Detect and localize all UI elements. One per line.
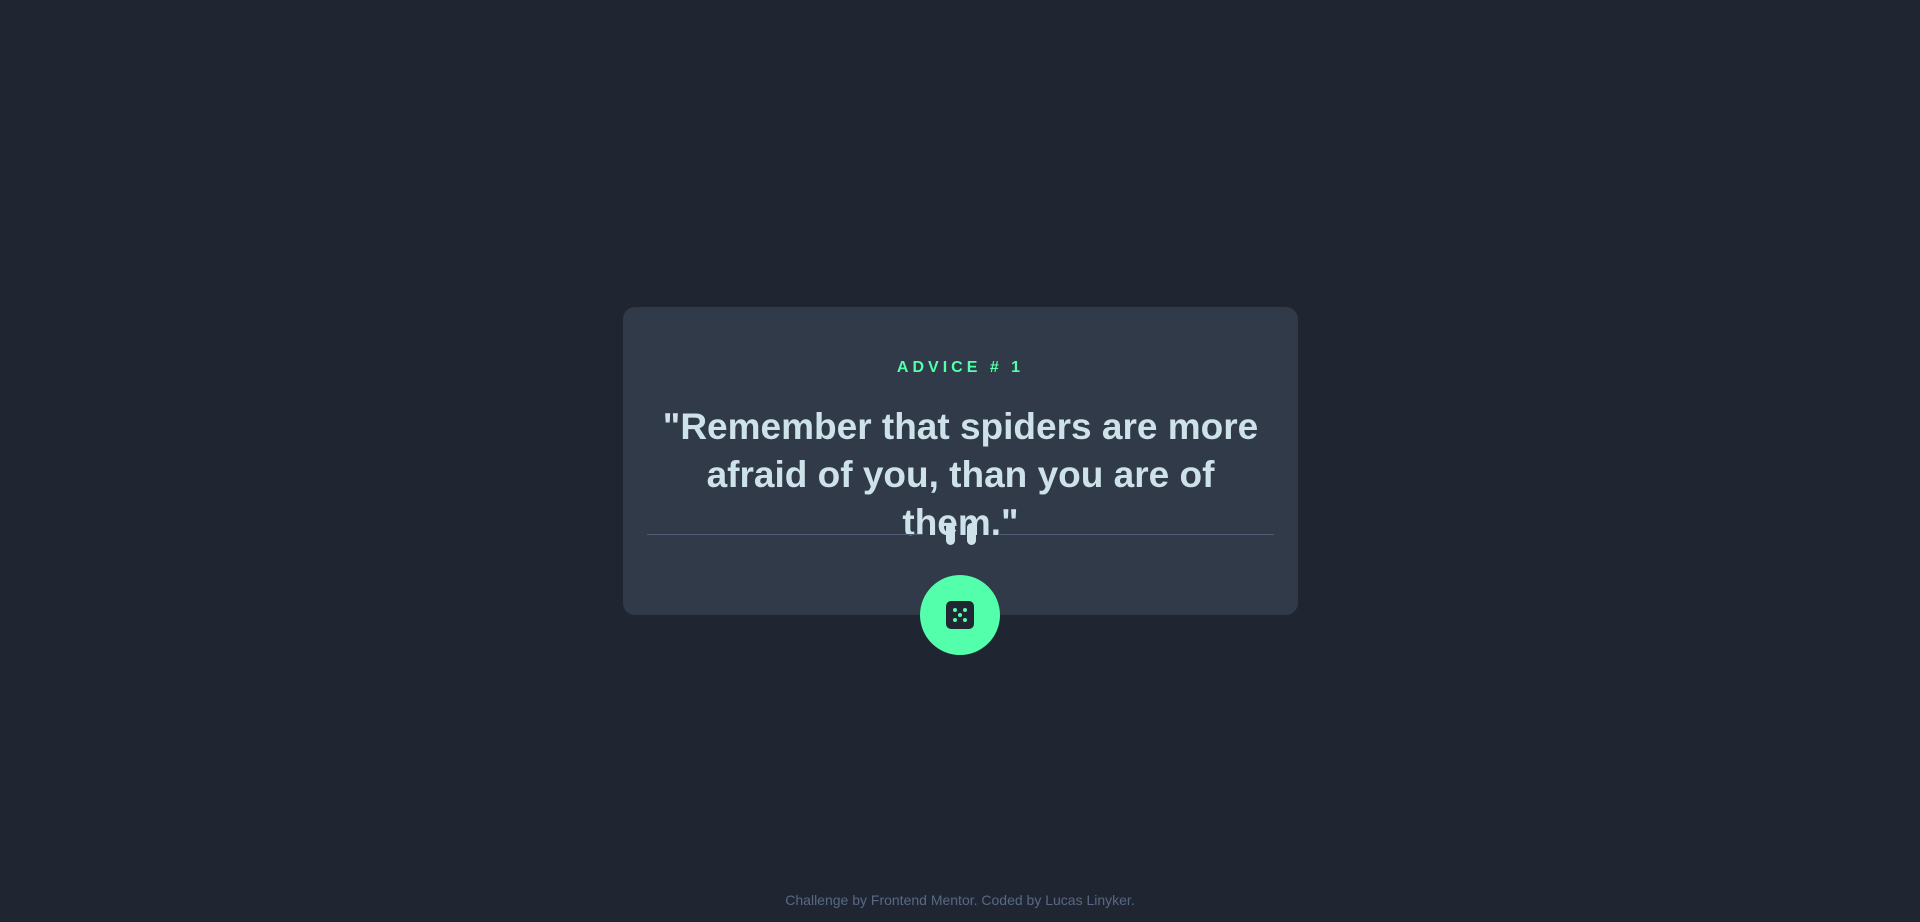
advice-card: ADVICE # 1 "Remember that spiders are mo… [623, 307, 1298, 615]
pause-icon [945, 523, 977, 545]
dice-pip [953, 618, 957, 622]
divider-line-left [647, 534, 923, 535]
dice-pip [963, 618, 967, 622]
dice-pip [958, 613, 962, 617]
dice-pip [953, 608, 957, 612]
attribution-text: Challenge by Frontend Mentor. Coded by L… [785, 892, 1135, 908]
divider-line-right [998, 534, 1274, 535]
pause-bar-left [945, 523, 955, 545]
advice-generator-page: ADVICE # 1 "Remember that spiders are mo… [0, 0, 1920, 922]
dice-pip [963, 608, 967, 612]
dice-icon [946, 601, 974, 629]
generate-advice-button[interactable] [920, 575, 1000, 655]
pattern-divider [647, 523, 1274, 545]
pause-bar-right [966, 523, 976, 545]
advice-number: ADVICE # 1 [896, 359, 1025, 376]
